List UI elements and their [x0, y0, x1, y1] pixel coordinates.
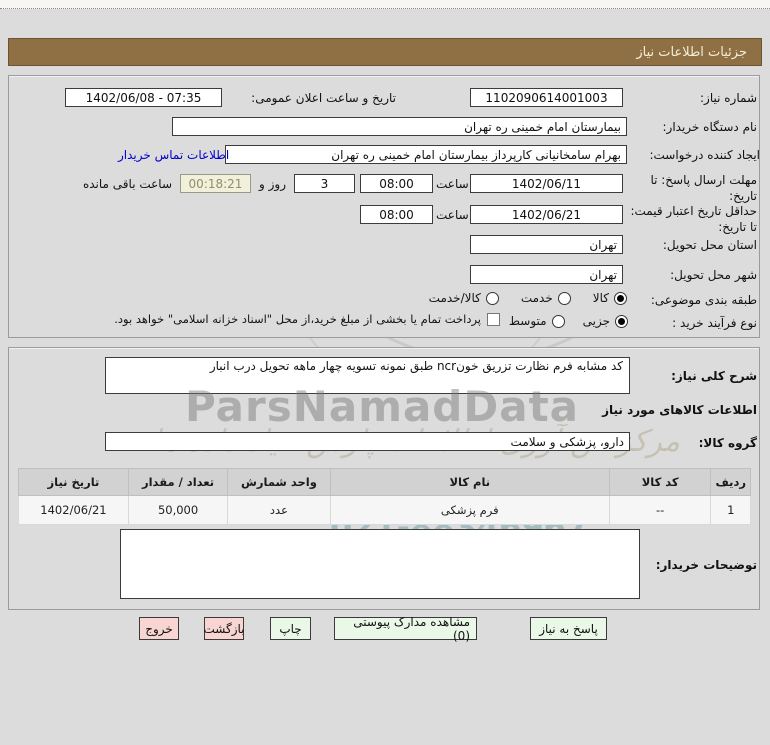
- request-creator-field[interactable]: بهرام سامخانیانی کارپرداز بیمارستان امام…: [225, 145, 627, 164]
- delivery-province-field[interactable]: تهران: [470, 235, 623, 254]
- page-title-bar: جزئیات اطلاعات نیاز: [8, 38, 762, 66]
- radio-minor[interactable]: جزیی: [583, 314, 628, 328]
- hours-remaining-label: ساعت باقی مانده: [82, 176, 172, 191]
- buyer-notes-label: توضیحات خریدار:: [655, 558, 757, 572]
- price-validity-hour-label: ساعت: [436, 208, 469, 222]
- col-item-code: کد کالا: [608, 468, 712, 496]
- reply-to-need-button[interactable]: پاسخ به نیاز: [530, 617, 607, 640]
- countdown-timer: 00:18:21: [180, 174, 251, 193]
- items-table-header-row: ردیف کد کالا نام کالا واحد شمارش تعداد /…: [18, 468, 751, 496]
- delivery-city-label: شهر محل تحویل:: [670, 268, 757, 282]
- radio-medium-label: متوسط: [508, 314, 547, 328]
- need-number-field[interactable]: 1102090614001003: [470, 88, 623, 107]
- announce-datetime-field[interactable]: 1402/06/08 - 07:35: [65, 88, 222, 107]
- cell-unit: عدد: [227, 495, 331, 525]
- radio-goods-icon[interactable]: [614, 291, 627, 305]
- days-and-label: روز و: [259, 176, 286, 191]
- radio-service-label: خدمت: [520, 291, 553, 305]
- need-details-page: جزئیات اطلاعات نیاز 0101 1001 10 شماره ن…: [0, 0, 770, 745]
- buyer-org-field[interactable]: بیمارستان امام خمینی ره تهران: [172, 117, 627, 136]
- reply-deadline-date-field[interactable]: 1402/06/11: [470, 174, 623, 193]
- col-unit: واحد شمارش: [227, 468, 331, 496]
- top-dotted-divider: [0, 0, 770, 9]
- cell-quantity: 50,000: [127, 495, 229, 525]
- subject-class-label: طبقه بندی موضوعی:: [650, 293, 757, 307]
- radio-minor-label: جزیی: [582, 314, 610, 328]
- cell-need-date: 1402/06/21: [18, 495, 129, 525]
- cell-item-code: --: [608, 495, 712, 525]
- need-desc-field[interactable]: کد مشابه فرم نظارت تزریق خونncr طبق نمون…: [105, 357, 630, 394]
- radio-goods-service-label: کالا/خدمت: [428, 291, 481, 305]
- back-button[interactable]: بازگشت: [204, 617, 245, 640]
- items-table: ردیف کد کالا نام کالا واحد شمارش تعداد /…: [18, 468, 751, 525]
- cell-item-name: فرم پزشکی: [329, 495, 610, 525]
- announce-datetime-label: تاریخ و ساعت اعلان عمومی:: [251, 91, 396, 105]
- countdown-group: 3 روز و 00:18:21 ساعت باقی مانده: [3, 174, 355, 193]
- col-need-date: تاریخ نیاز: [18, 468, 129, 496]
- radio-medium[interactable]: متوسط: [509, 314, 565, 328]
- price-validity-date-field[interactable]: 1402/06/21: [470, 205, 623, 224]
- treasury-checkbox[interactable]: [487, 312, 500, 326]
- buyer-notes-field[interactable]: [120, 529, 640, 599]
- radio-goods-label: کالا: [592, 291, 609, 305]
- buyer-org-label: نام دستگاه خریدار:: [662, 120, 758, 134]
- radio-service[interactable]: خدمت: [521, 291, 571, 305]
- col-row-number: ردیف: [710, 468, 751, 496]
- radio-goods-service[interactable]: کالا/خدمت: [429, 291, 499, 305]
- need-number-label: شماره نیاز:: [700, 91, 757, 105]
- radio-service-icon[interactable]: [557, 291, 571, 305]
- radio-goods[interactable]: کالا: [593, 291, 627, 305]
- radio-medium-icon[interactable]: [551, 314, 565, 328]
- need-desc-label: شرح کلی نیاز:: [671, 369, 757, 383]
- page-title: جزئیات اطلاعات نیاز: [636, 44, 747, 60]
- reply-deadline-hour-label: ساعت: [436, 177, 469, 191]
- table-row: 1 -- فرم پزشکی عدد 50,000 1402/06/21: [18, 495, 751, 525]
- col-item-name: نام کالا: [329, 468, 610, 496]
- price-validity-label: حداقل تاریخ اعتبار قیمت: تا تاریخ:: [630, 204, 757, 235]
- subject-class-options: کالا خدمت کالا/خدمت: [420, 291, 627, 305]
- buyer-contact-link[interactable]: اطلاعات تماس خریدار: [118, 148, 229, 162]
- radio-minor-icon[interactable]: [615, 314, 628, 328]
- goods-group-field[interactable]: دارو، پزشکی و سلامت: [105, 432, 630, 451]
- reply-deadline-label: مهلت ارسال پاسخ: تا تاریخ:: [650, 173, 757, 204]
- delivery-province-label: استان محل تحویل:: [662, 238, 757, 252]
- price-validity-time-field[interactable]: 08:00: [360, 205, 433, 224]
- view-attachments-button[interactable]: مشاهده مدارک پیوستی (0): [334, 615, 477, 643]
- col-quantity: تعداد / مقدار: [127, 468, 229, 496]
- purchase-type-label: نوع فرآیند خرید :: [672, 316, 757, 330]
- request-creator-label: ایجاد کننده درخواست:: [649, 148, 760, 162]
- exit-button[interactable]: خروج: [139, 617, 179, 640]
- delivery-city-field[interactable]: تهران: [470, 265, 623, 284]
- items-heading: اطلاعات کالاهای مورد نیاز: [602, 403, 757, 417]
- treasury-payment-option: پرداخت تمام یا بخشی از مبلغ خرید،از محل …: [22, 312, 500, 326]
- days-remaining-field[interactable]: 3: [294, 174, 355, 193]
- purchase-type-options: جزیی متوسط: [508, 314, 628, 328]
- reply-deadline-time-field[interactable]: 08:00: [360, 174, 433, 193]
- goods-group-label: گروه کالا:: [698, 436, 757, 450]
- treasury-checkbox-label: پرداخت تمام یا بخشی از مبلغ خرید،از محل …: [114, 312, 481, 326]
- cell-row-number: 1: [710, 495, 751, 525]
- radio-goods-service-icon[interactable]: [485, 291, 499, 305]
- print-button[interactable]: چاپ: [270, 617, 311, 640]
